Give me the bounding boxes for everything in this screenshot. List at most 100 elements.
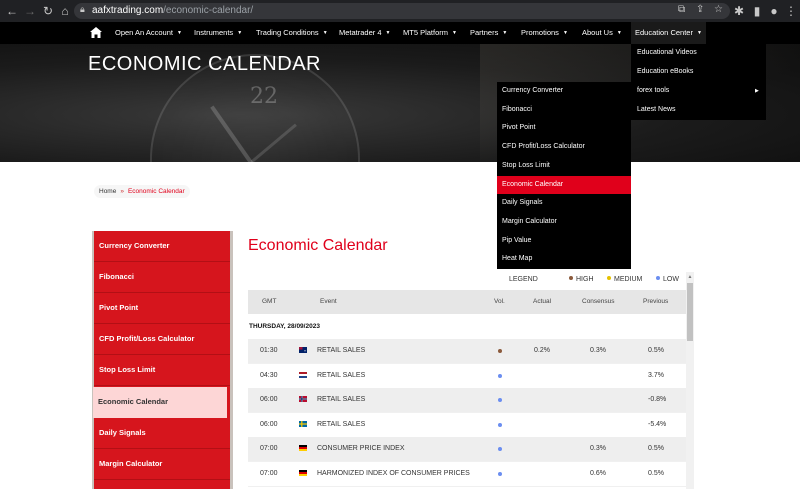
star-icon[interactable]: ☆ xyxy=(714,4,723,15)
volatility-high-icon xyxy=(498,349,502,353)
cell-event[interactable]: RETAIL SALES xyxy=(317,421,365,428)
flag-sweden-icon xyxy=(299,420,307,427)
table-row[interactable]: 06:00 RETAIL SALES -0.8% xyxy=(248,388,686,414)
cell-event[interactable]: RETAIL SALES xyxy=(317,396,365,403)
submenu-fibonacci[interactable]: Fibonacci xyxy=(497,101,631,120)
back-icon[interactable]: ← xyxy=(4,3,20,19)
sidebar-item-daily-signals[interactable]: Daily Signals xyxy=(94,418,230,449)
cell-time: 06:00 xyxy=(260,420,278,428)
menu-item-educational-videos[interactable]: Educational Videos xyxy=(637,49,697,56)
breadcrumb-separator: » xyxy=(120,188,124,195)
sidebar-item-cfd-profit-loss-calculator[interactable]: CFD Profit/Loss Calculator xyxy=(94,324,230,355)
caret-down-icon: ▼ xyxy=(452,30,457,36)
column-previous: Previous xyxy=(643,298,669,305)
submenu-margin-calculator[interactable]: Margin Calculator xyxy=(497,213,631,232)
cell-event[interactable]: RETAIL SALES xyxy=(317,347,365,354)
nav-instruments[interactable]: Instruments ▼ xyxy=(194,22,242,44)
cell-event[interactable]: CONSUMER PRICE INDEX xyxy=(317,445,405,452)
reload-icon[interactable]: ↻ xyxy=(40,3,56,19)
flag-norway-icon xyxy=(299,396,307,403)
table-row[interactable]: 07:00 CONSUMER PRICE INDEX 0.3% 0.5% xyxy=(248,437,686,463)
site-nav: Open An Account ▼ Instruments ▼ Trading Co… xyxy=(0,22,800,44)
sidebar-item-pivot-point[interactable]: Pivot Point xyxy=(94,293,230,324)
submenu-pivot-point[interactable]: Pivot Point xyxy=(497,119,631,138)
legend-medium: MEDIUM xyxy=(607,276,642,283)
sidebar-item-margin-calculator[interactable]: Margin Calculator xyxy=(94,449,230,480)
home-browser-icon[interactable]: ⌂ xyxy=(57,3,73,19)
cell-consensus: 0.6% xyxy=(590,470,606,477)
share-icon[interactable]: ⇪ xyxy=(696,4,704,15)
cell-actual: 0.2% xyxy=(534,347,550,354)
sidebar-item-fibonacci[interactable]: Fibonacci xyxy=(94,262,230,293)
nav-metatrader-4[interactable]: Metatrader 4 ▼ xyxy=(339,22,390,44)
flag-australia-icon xyxy=(299,347,307,353)
education-center-menu: Educational Videos Education eBooks fore… xyxy=(631,44,766,120)
column-consensus: Consensus xyxy=(582,298,615,305)
volatility-low-icon xyxy=(498,422,502,427)
lock-icon: 🔒︎ xyxy=(80,4,85,14)
menu-item-education-ebooks[interactable]: Education eBooks xyxy=(637,68,693,75)
nav-open-account[interactable]: Open An Account ▼ xyxy=(115,22,182,44)
profile-icon[interactable]: ● xyxy=(766,3,782,19)
nav-partners[interactable]: Partners ▼ xyxy=(470,22,507,44)
legend-low: LOW xyxy=(656,276,679,283)
volatility-low-icon xyxy=(498,398,502,403)
address-bar[interactable]: 🔒︎ aafxtrading.com/economic-calendar/ ⧉ … xyxy=(74,3,730,19)
sidepanel-icon[interactable]: ▮ xyxy=(749,3,765,19)
menu-item-forex-tools[interactable]: forex tools xyxy=(637,87,669,94)
submenu-currency-converter[interactable]: Currency Converter xyxy=(497,82,631,101)
browser-toolbar: ← → ↻ ⌂ 🔒︎ aafxtrading.com/economic-cale… xyxy=(0,0,800,22)
cell-previous: 0.5% xyxy=(648,347,664,354)
translate-icon[interactable]: ⧉ xyxy=(678,4,685,15)
menu-item-latest-news[interactable]: Latest News xyxy=(637,106,676,113)
submenu-cfd-profit-loss-calculator[interactable]: CFD Profit/Loss Calculator xyxy=(497,138,631,157)
breadcrumb-home[interactable]: Home xyxy=(99,188,116,195)
sidebar-item-currency-converter[interactable]: Currency Converter xyxy=(94,231,230,262)
nav-education-center[interactable]: Education Center ▼ xyxy=(631,22,706,44)
cell-event[interactable]: RETAIL SALES xyxy=(317,372,365,379)
table-row[interactable]: 04:30 RETAIL SALES 3.7% xyxy=(248,364,686,389)
cell-time: 07:00 xyxy=(260,445,278,453)
scrollbar[interactable]: ▲ xyxy=(686,272,694,489)
legend: LEGEND HIGH MEDIUM LOW xyxy=(248,272,686,288)
volatility-low-icon xyxy=(498,447,502,452)
table-row[interactable]: 01:30 RETAIL SALES 0.2% 0.3% 0.5% xyxy=(248,339,686,364)
scrollbar-thumb[interactable] xyxy=(687,283,693,341)
kebab-menu-icon[interactable]: ⋮ xyxy=(783,3,799,19)
column-vol: Vol. xyxy=(494,298,505,305)
column-event: Event xyxy=(320,298,337,305)
nav-promotions[interactable]: Promotions ▼ xyxy=(521,22,568,44)
date-label: THURSDAY, 28/09/2023 xyxy=(249,323,320,330)
sidebar-item-stop-loss-limit[interactable]: Stop Loss Limit xyxy=(94,355,230,386)
legend-high: HIGH xyxy=(569,276,594,283)
volatility-low-icon xyxy=(498,373,502,378)
table-row[interactable]: 06:00 RETAIL SALES -5.4% xyxy=(248,413,686,438)
submenu-pip-value[interactable]: Pip Value xyxy=(497,232,631,251)
flag-germany-icon xyxy=(299,445,307,452)
caret-down-icon: ▼ xyxy=(322,30,328,36)
table-row[interactable]: 07:00 HARMONIZED INDEX OF CONSUMER PRICES… xyxy=(248,462,686,487)
column-gmt: GMT xyxy=(262,298,277,305)
cell-previous: 3.7% xyxy=(648,371,664,379)
caret-down-icon: ▼ xyxy=(696,30,702,36)
nav-about-us[interactable]: About Us ▼ xyxy=(582,22,622,44)
home-icon[interactable] xyxy=(90,22,102,44)
flag-germany-icon xyxy=(299,470,307,476)
cell-event[interactable]: HARMONIZED INDEX OF CONSUMER PRICES xyxy=(317,470,470,477)
extensions-icon[interactable]: ✱ xyxy=(731,3,747,19)
submenu-economic-calendar[interactable]: Economic Calendar xyxy=(497,175,631,195)
forex-tools-submenu: Currency Converter Fibonacci Pivot Point… xyxy=(497,82,631,269)
submenu-heat-map[interactable]: Heat Map xyxy=(497,250,631,269)
sidebar-item-economic-calendar[interactable]: Economic Calendar xyxy=(93,387,227,418)
submenu-daily-signals[interactable]: Daily Signals xyxy=(497,194,631,213)
cell-time: 07:00 xyxy=(260,470,278,477)
legend-label: LEGEND xyxy=(509,276,538,283)
forward-icon[interactable]: → xyxy=(22,3,38,19)
nav-mt5-platform[interactable]: MT5 Platform ▼ xyxy=(403,22,457,44)
scroll-up-icon[interactable]: ▲ xyxy=(686,274,694,280)
breadcrumb: Home » Economic Calendar xyxy=(94,185,190,198)
submenu-stop-loss-limit[interactable]: Stop Loss Limit xyxy=(497,157,631,176)
nav-trading-conditions[interactable]: Trading Conditions ▼ xyxy=(256,22,328,44)
cell-time: 06:00 xyxy=(260,396,278,404)
breadcrumb-current: Economic Calendar xyxy=(127,188,185,195)
